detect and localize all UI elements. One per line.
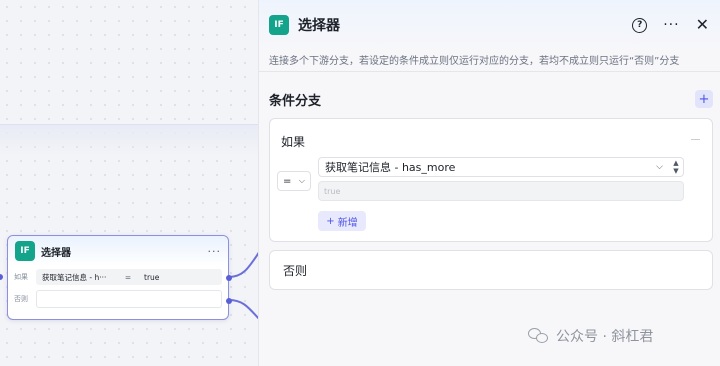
node-condition-right: true [144,272,160,282]
variable-stepper[interactable]: ▲ ▼ [670,158,682,176]
collapse-icon[interactable] [691,139,700,140]
add-branch-button[interactable]: + [695,90,713,108]
else-branch-card: 否则 [269,250,713,290]
panel-actions: ? ··· ✕ [632,17,709,33]
close-icon[interactable]: ✕ [696,17,709,33]
node-condition: 获取笔记信息 - h··· = true [36,269,222,285]
more-icon[interactable]: ··· [208,245,222,258]
node-if-row: 如果 获取笔记信息 - h··· = true [8,266,228,288]
variable-select[interactable]: 获取笔记信息 - has_more ⌵ [318,157,684,177]
selector-node[interactable]: IF 选择器 ··· 如果 获取笔记信息 - h··· = true 否则 [7,235,232,320]
node-header: IF 选择器 ··· [8,236,228,266]
caret-up-icon[interactable]: ▲ [673,159,678,167]
divider [259,71,720,72]
add-condition-button[interactable]: + 新增 [318,211,366,231]
variable-value: 获取笔记信息 - has_more [325,161,456,174]
panel-description: 连接多个下游分支，若设定的条件成立则仅运行对应的分支，若均不成立则只运行“否则”… [269,56,680,67]
else-output-port[interactable] [226,298,232,304]
if-output-port[interactable] [226,275,232,281]
caret-down-icon[interactable]: ▼ [673,167,678,175]
node-title: 选择器 [41,247,71,259]
if-branch-card: 如果 = ⌵ 获取笔记信息 - has_more ⌵ ▲ ▼ true + 新增 [269,118,713,242]
watermark: 公众号 · 斜杠君 [528,326,653,346]
workflow-canvas[interactable]: IF 选择器 ··· 如果 获取笔记信息 - h··· = true 否则 [0,0,258,366]
selector-panel: IF 选择器 ? ··· ✕ 连接多个下游分支，若设定的条件成立则仅运行对应的分… [258,0,720,366]
if-branch-label: 如果 [281,135,306,149]
chevron-down-icon: ⌵ [298,176,305,185]
wechat-icon [528,327,550,345]
if-icon: IF [15,241,35,261]
node-else-box [36,290,222,308]
section-title: 条件分支 [269,94,322,109]
add-condition-label: 新增 [337,217,358,229]
panel-title: 选择器 [298,18,340,34]
if-icon: IF [269,15,289,35]
node-condition-op: = [124,272,132,282]
plus-icon: + [326,215,335,227]
help-icon[interactable]: ? [632,17,648,33]
else-branch-label: 否则 [283,263,308,278]
operator-value: = [283,175,292,187]
watermark-text: 公众号 · 斜杠君 [556,329,654,345]
node-if-label: 如果 [14,273,28,281]
node-else-row: 否则 [8,288,228,310]
more-icon[interactable]: ··· [663,18,679,32]
chevron-down-icon: ⌵ [656,162,663,172]
node-else-label: 否则 [14,295,28,303]
panel-header: IF 选择器 ? ··· ✕ [259,0,720,50]
node-condition-left: 获取笔记信息 - h··· [42,272,107,282]
operator-select[interactable]: = ⌵ [277,171,311,191]
value-input[interactable]: true [318,181,684,201]
